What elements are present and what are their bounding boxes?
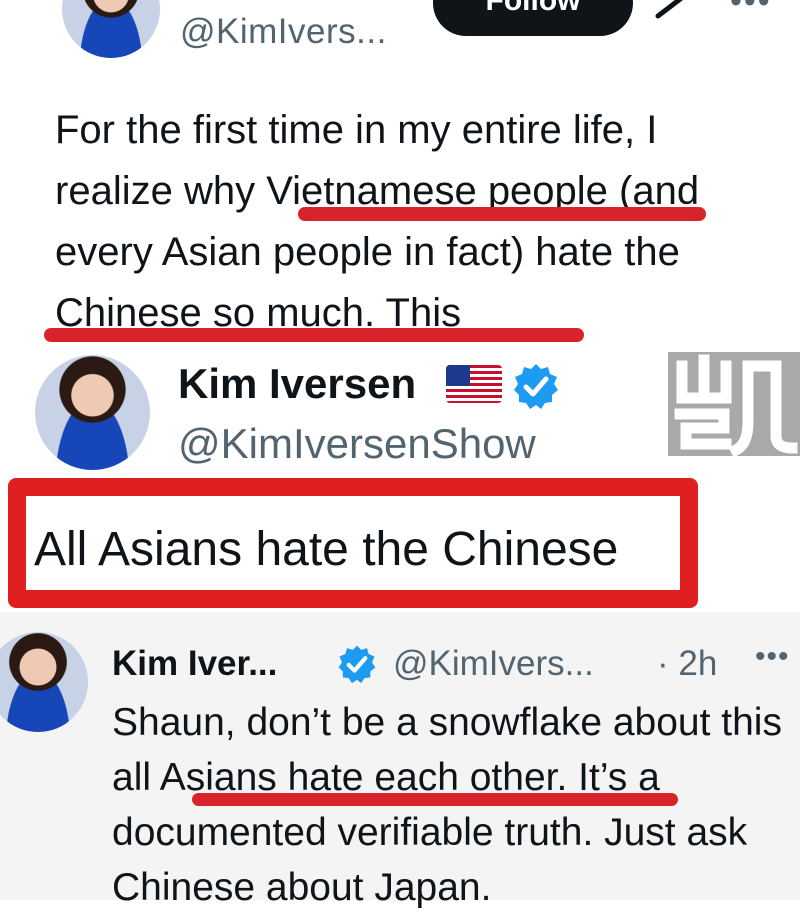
red-underline-annotation — [192, 793, 678, 806]
us-flag-icon — [446, 365, 502, 403]
grok-icon[interactable] — [650, 0, 700, 20]
red-underline-annotation — [44, 328, 584, 342]
timestamp[interactable]: · 2h — [657, 644, 717, 684]
follow-button[interactable]: Follow — [433, 0, 633, 36]
more-icon[interactable]: ••• — [730, 0, 772, 21]
author-handle[interactable]: @KimIvers... — [393, 644, 594, 684]
author-handle[interactable]: @KimIversenShow — [178, 420, 536, 468]
tweet-text: For the first time in my entire life, I … — [55, 108, 700, 335]
watermark-glyph — [674, 354, 798, 458]
verified-badge-icon — [338, 645, 376, 684]
red-underline-annotation — [298, 207, 706, 221]
display-name[interactable]: Kim Iver... — [112, 644, 277, 684]
display-name[interactable]: Kim Iversen — [178, 360, 416, 408]
avatar[interactable] — [62, 0, 160, 58]
quote-text: All Asians hate the Chinese — [34, 523, 619, 576]
verified-badge-icon — [514, 364, 558, 409]
avatar[interactable] — [35, 355, 150, 470]
author-handle[interactable]: @KimIvers... — [180, 12, 387, 52]
more-icon[interactable]: ••• — [755, 640, 790, 674]
watermark-logo — [668, 352, 800, 458]
